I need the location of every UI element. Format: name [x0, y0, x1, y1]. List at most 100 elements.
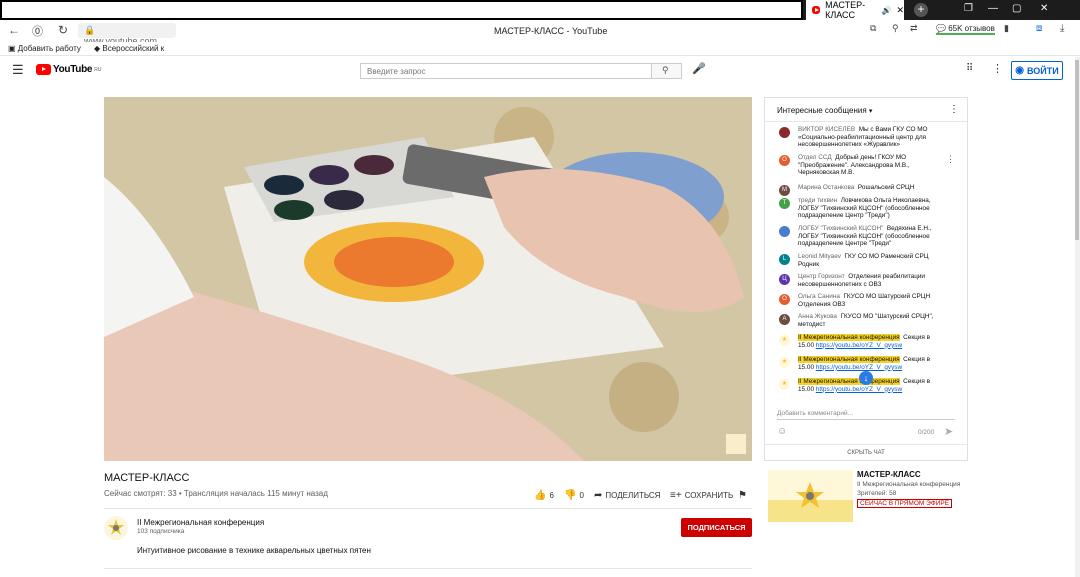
- search-button[interactable]: ⚲: [652, 63, 682, 79]
- channel-watermark-icon[interactable]: [726, 434, 746, 454]
- blank-tab[interactable]: [0, 0, 803, 20]
- chat-avatar: Т: [779, 198, 790, 209]
- translate-icon[interactable]: ⇄: [910, 23, 918, 34]
- chat-author: Центр Горизонт: [798, 273, 845, 280]
- reload-icon[interactable]: ↻: [58, 23, 68, 37]
- channel-name[interactable]: II Межрегиональная конференция: [137, 518, 264, 527]
- chat-link[interactable]: https://youtu.be/oYZ_V_gvysw: [816, 364, 902, 371]
- chat-avatar: А: [779, 314, 790, 325]
- video-description: Интуитивное рисование в технике акварель…: [137, 546, 371, 555]
- thumb-down-icon: 👎: [564, 490, 577, 501]
- chat-author: Отдел ССД: [798, 154, 832, 161]
- chat-message-body: Ольга Санина ГКУСО МО Шатурский СРЦН Отд…: [798, 293, 941, 308]
- playlist-add-icon: ≡+: [670, 490, 682, 501]
- microphone-icon[interactable]: 🎤: [692, 62, 706, 75]
- bookmark-icon[interactable]: ▮: [1004, 23, 1009, 34]
- share-label: ПОДЕЛИТЬСЯ: [605, 491, 661, 500]
- chat-input-underline: [777, 419, 955, 420]
- window-maximize-icon[interactable]: ▢: [1012, 3, 1021, 14]
- menu-icon[interactable]: ☰: [12, 62, 24, 78]
- char-counter: 0/200: [918, 429, 935, 436]
- chat-message-body: Марина Останкова Рошальский СРЦН: [798, 184, 941, 192]
- flag-icon: ⚑: [738, 490, 747, 501]
- youtube-logo-icon: [36, 64, 51, 75]
- bookmark-item-2[interactable]: ◆ Всероссийский к: [94, 44, 164, 53]
- page-title: МАСТЕР-КЛАСС - YouTube: [494, 26, 608, 36]
- divider: [104, 568, 752, 569]
- chat-text: Рошальский СРЦН: [857, 184, 915, 191]
- send-icon[interactable]: ➤: [944, 425, 953, 438]
- bookmark-item-1[interactable]: ▣ Добавить работу: [8, 44, 81, 53]
- chat-avatar: О: [779, 155, 790, 166]
- chat-author: Анна Жукова: [798, 313, 837, 320]
- extension-icon[interactable]: ⧉: [870, 23, 876, 34]
- yandex-icon[interactable]: ⓪: [32, 23, 43, 39]
- tab-close-icon[interactable]: ✕: [896, 5, 904, 16]
- like-count: 6: [549, 491, 554, 500]
- recommended-thumbnail[interactable]: [768, 470, 853, 522]
- chat-message-body: Центр Горизонт Отделения реабилитации не…: [798, 273, 941, 288]
- search-input[interactable]: Введите запрос: [360, 63, 652, 79]
- chat-message-body: Leonid Mityaev ГКУ СО МО Раменский СРЦ Р…: [798, 253, 941, 268]
- window-minimize-icon[interactable]: —: [988, 3, 998, 14]
- report-button[interactable]: ⚑: [738, 490, 747, 501]
- tab-audio-icon[interactable]: 🔊: [881, 6, 891, 15]
- chat-menu-icon[interactable]: ⋮: [949, 104, 959, 115]
- apps-grid-icon[interactable]: ⠿: [966, 63, 973, 74]
- thumb-up-icon: 👍: [534, 490, 547, 501]
- share-button[interactable]: ➦ ПОДЕЛИТЬСЯ: [594, 490, 660, 501]
- profile-icon[interactable]: ⧈: [1036, 23, 1042, 34]
- url-field[interactable]: 🔒 www.youtube.com: [78, 23, 176, 46]
- more-vertical-icon[interactable]: ⋮: [992, 62, 1003, 75]
- recommended-viewers: Зрителей: 58: [857, 490, 897, 497]
- scrollbar-thumb[interactable]: [1075, 60, 1079, 240]
- hide-chat-button[interactable]: СКРЫТЬ ЧАТ: [765, 444, 967, 461]
- bookmark-label: Добавить работу: [17, 44, 81, 53]
- window-close-icon[interactable]: ✕: [1040, 3, 1048, 14]
- chat-avatar: [779, 127, 790, 138]
- thumbnail-image: [768, 470, 853, 522]
- chat-message-body: II Межрегиональная конференция Секция в …: [798, 334, 941, 349]
- save-button[interactable]: ≡+ СОХРАНИТЬ: [670, 490, 733, 501]
- download-icon[interactable]: ⤓: [1060, 23, 1064, 34]
- chat-author-highlighted: II Межрегиональная конференция: [798, 356, 900, 363]
- window-restore-icon[interactable]: ❐: [964, 3, 973, 14]
- message-menu-icon[interactable]: ⋮: [946, 154, 955, 165]
- reviews-badge[interactable]: 💬 65K отзывов: [936, 24, 995, 35]
- share-icon: ➦: [594, 490, 603, 501]
- key-icon[interactable]: ⚲: [892, 23, 899, 34]
- signin-label: ВОЙТИ: [1027, 65, 1059, 76]
- chat-link[interactable]: https://youtu.be/oYZ_V_gvysw: [816, 342, 902, 349]
- chat-header[interactable]: Интересные сообщения ▾ ⋮: [765, 98, 967, 122]
- recommended-channel: II Межрегиональная конференция: [857, 481, 961, 488]
- chat-input[interactable]: Добавить комментарий...: [777, 410, 853, 417]
- chat-author: ЛОГБУ "Тихвинский КЦСОН": [798, 225, 884, 232]
- subscribe-button[interactable]: ПОДПИСАТЬСЯ: [681, 518, 752, 537]
- chat-message-body: треди тихвин Ловчикова Ольга Николаевна,…: [798, 197, 941, 220]
- account-icon: ◉: [1015, 65, 1024, 76]
- scroll-down-icon[interactable]: ↓: [859, 371, 873, 385]
- tab-youtube[interactable]: МАСТЕР-КЛАСС 🔊 ✕: [806, 0, 904, 20]
- back-icon[interactable]: ←: [8, 23, 20, 37]
- emoji-icon[interactable]: ☺: [777, 426, 787, 437]
- divider: [104, 508, 752, 509]
- chat-mode-label: Интересные сообщения: [777, 106, 867, 115]
- like-button[interactable]: 👍 6: [534, 490, 554, 501]
- chat-link[interactable]: https://youtu.be/oYZ_V_gvysw: [816, 386, 902, 393]
- channel-logo-icon: [104, 516, 128, 540]
- video-frame-image: [104, 97, 752, 461]
- new-tab-icon[interactable]: +: [914, 3, 928, 17]
- chat-message-body: II Межрегиональная конференция Секция в …: [798, 356, 941, 371]
- dislike-button[interactable]: 👎 0: [564, 490, 584, 501]
- channel-subscribers: 103 подписчика: [137, 528, 185, 535]
- signin-button[interactable]: ◉ ВОЙТИ: [1011, 61, 1063, 80]
- youtube-logo[interactable]: YouTube RU: [36, 64, 101, 75]
- address-bar-row: ← ⓪ ↻ 🔒 www.youtube.com МАСТЕР-КЛАСС - Y…: [0, 20, 1080, 46]
- reviews-text: 65K отзывов: [948, 24, 995, 33]
- video-player[interactable]: [104, 97, 752, 461]
- channel-avatar[interactable]: [104, 516, 128, 540]
- chat-message-body: Отдел ССД Добрый день! ГКОУ МО "Преображ…: [798, 154, 941, 177]
- youtube-favicon-icon: [812, 6, 821, 14]
- recommended-title[interactable]: МАСТЕР-КЛАСС: [857, 470, 921, 479]
- dropdown-icon: ▾: [868, 108, 873, 115]
